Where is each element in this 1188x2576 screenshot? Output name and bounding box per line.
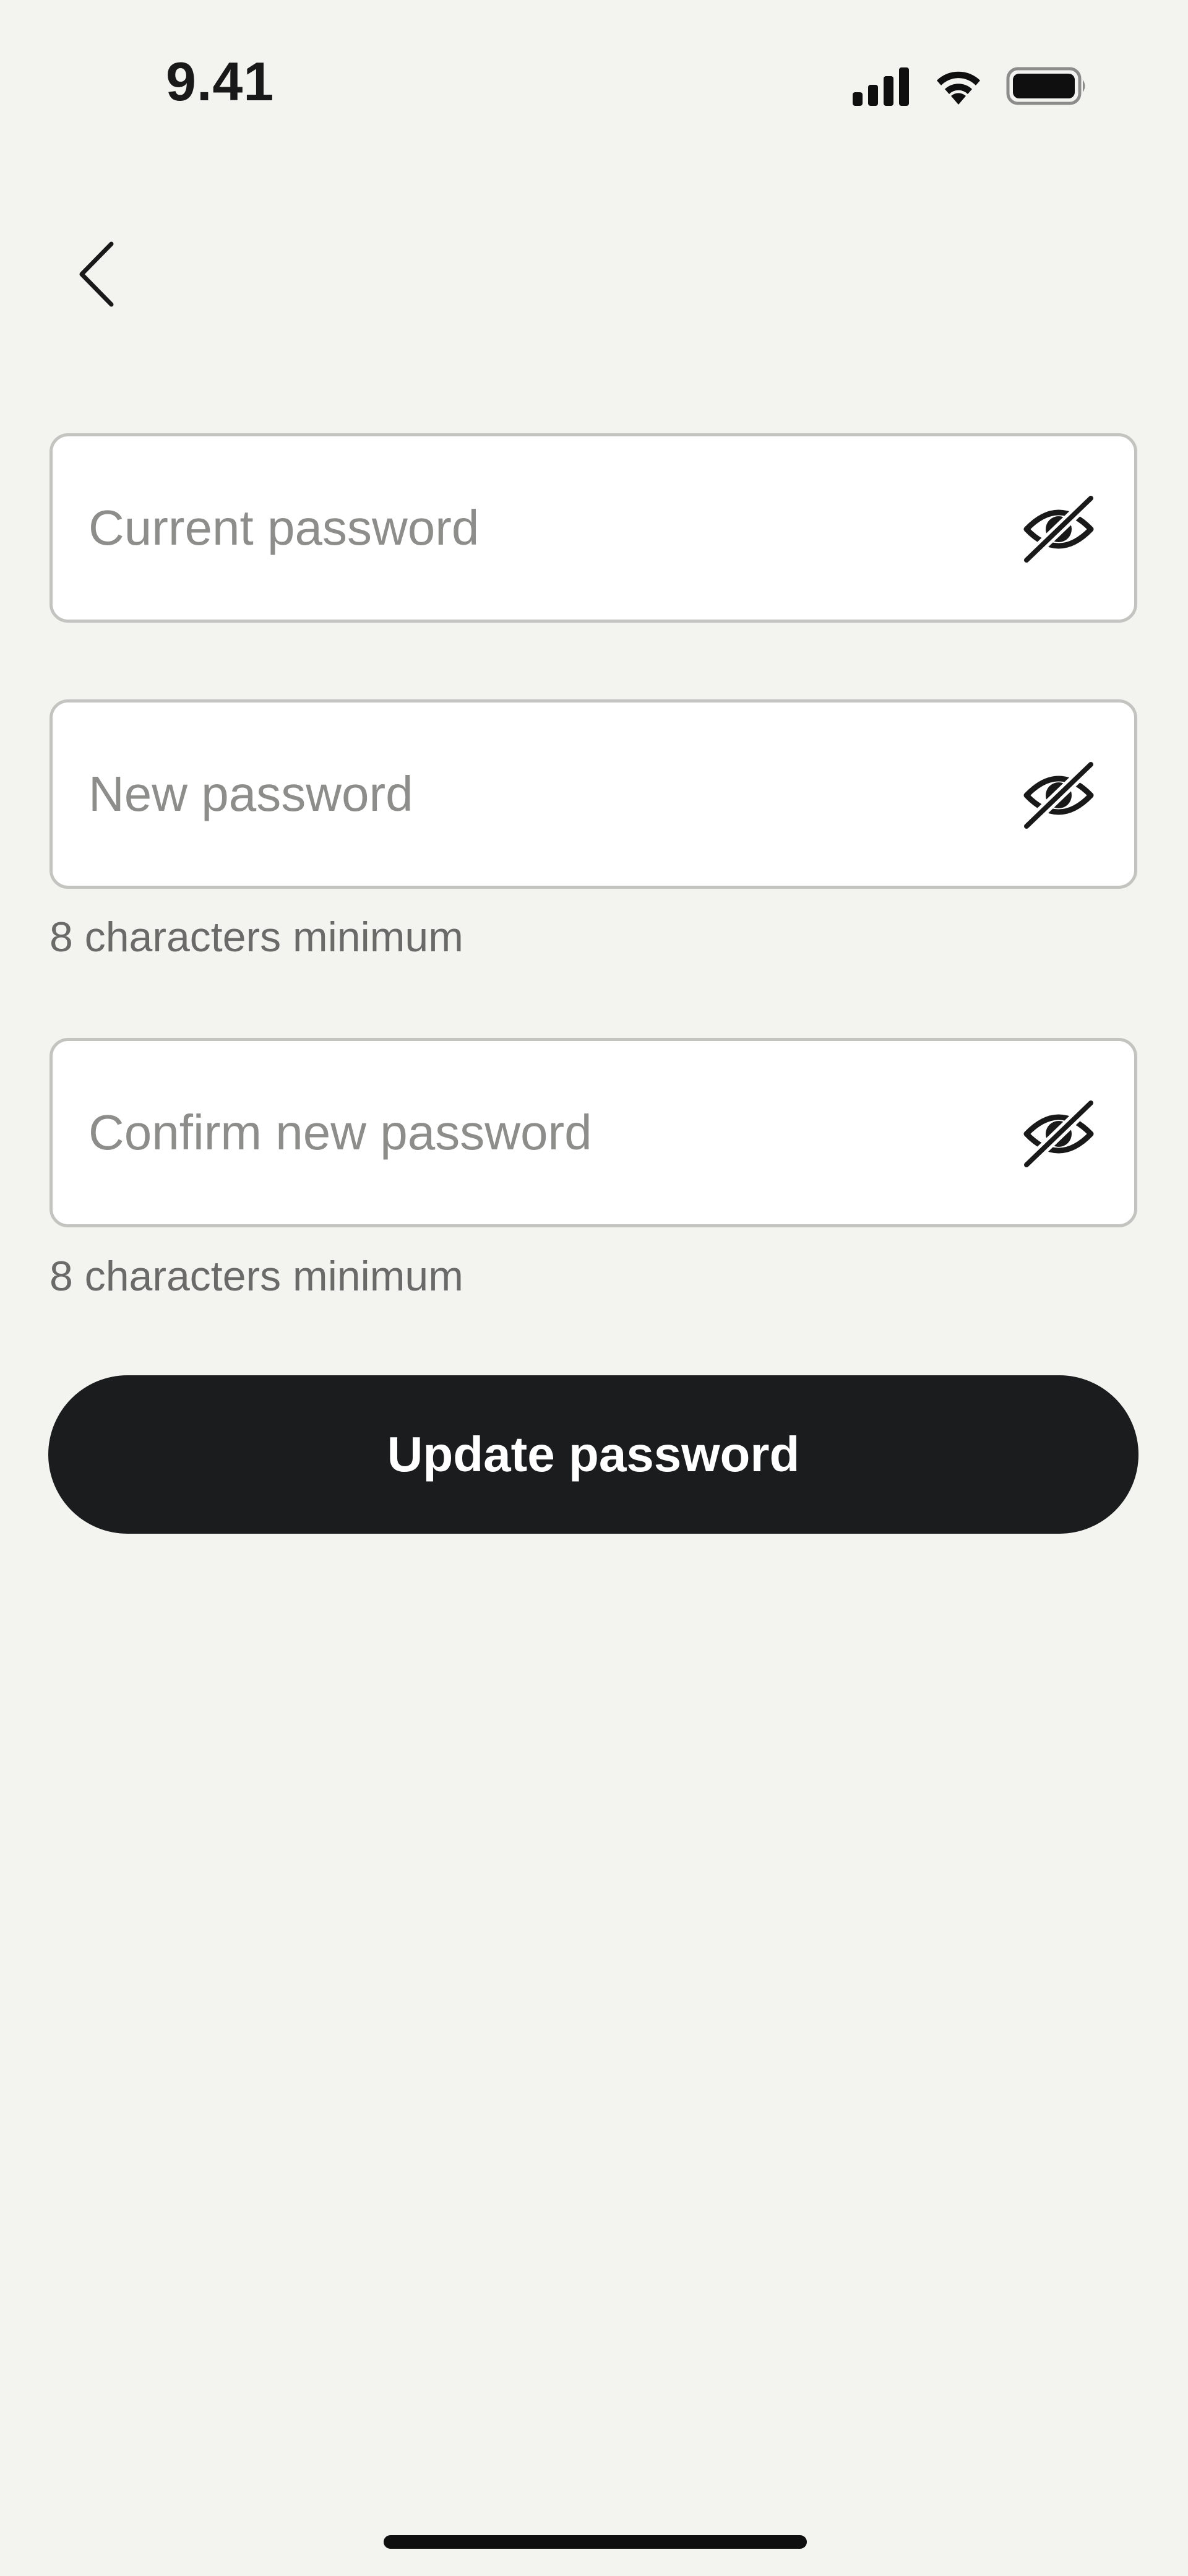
confirm-password-input[interactable]: [88, 1041, 1017, 1224]
confirm-password-hint: 8 characters minimum: [50, 1253, 463, 1300]
update-password-button[interactable]: Update password: [48, 1375, 1138, 1534]
new-password-visibility-toggle[interactable]: [1022, 760, 1096, 833]
status-icons: [851, 66, 1088, 109]
new-password-hint: 8 characters minimum: [50, 914, 463, 961]
current-password-input[interactable]: [88, 436, 1017, 620]
confirm-password-field[interactable]: [50, 1038, 1137, 1227]
battery-icon: [1006, 66, 1088, 109]
new-password-input[interactable]: [88, 702, 1017, 886]
confirm-password-visibility-toggle[interactable]: [1022, 1099, 1096, 1172]
chevron-left-icon: [74, 240, 118, 311]
eye-off-icon: [1022, 760, 1096, 833]
home-indicator: [384, 2535, 807, 2549]
new-password-field[interactable]: [50, 699, 1137, 889]
back-button[interactable]: [62, 235, 130, 316]
cellular-signal-icon: [851, 66, 911, 109]
eye-off-icon: [1022, 494, 1096, 567]
status-bar: 9.41: [0, 0, 1188, 161]
status-time: 9.41: [166, 51, 275, 112]
current-password-visibility-toggle[interactable]: [1022, 494, 1096, 567]
eye-off-icon: [1022, 1099, 1096, 1172]
current-password-field[interactable]: [50, 433, 1137, 623]
wifi-icon: [932, 66, 985, 109]
